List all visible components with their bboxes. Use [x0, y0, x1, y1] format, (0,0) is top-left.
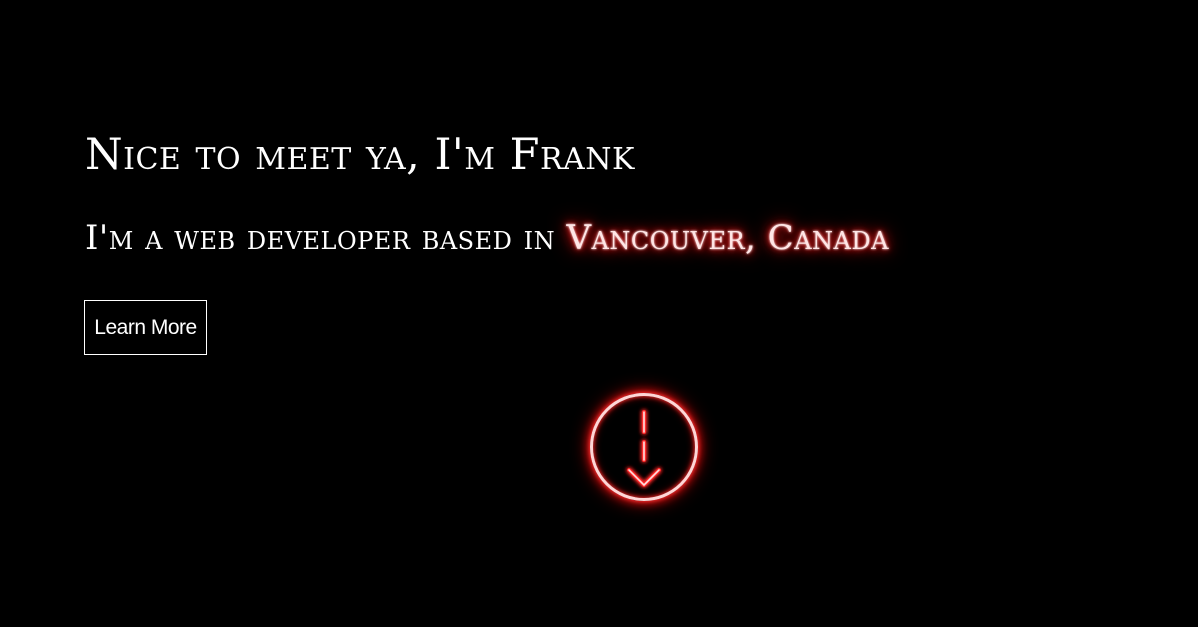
learn-more-button[interactable]: Learn More — [84, 300, 207, 355]
arrow-down-icon — [627, 410, 661, 487]
scroll-down-button[interactable] — [590, 393, 698, 501]
hero-subline: I'm a web developer based in Vancouver, … — [85, 218, 889, 258]
subline-prefix: I'm a web developer based in — [85, 218, 567, 258]
hero-section: Nice to meet ya, I'm Frank I'm a web dev… — [0, 0, 1198, 627]
location-highlight: Vancouver, Canada — [566, 218, 889, 258]
hero-headline: Nice to meet ya, I'm Frank — [85, 130, 635, 180]
